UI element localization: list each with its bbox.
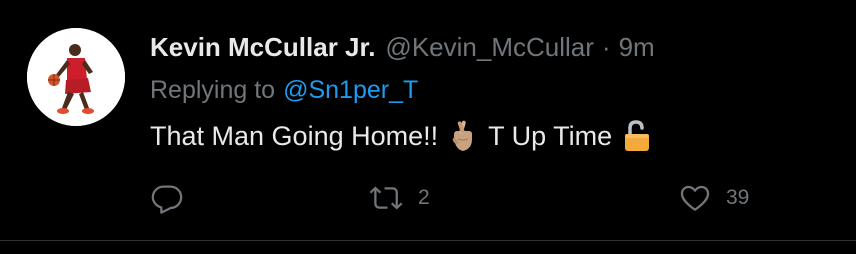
retweet-count: 2 <box>418 186 430 209</box>
avatar[interactable] <box>27 28 125 126</box>
retweet-button[interactable]: 2 <box>368 180 430 216</box>
tweet-card[interactable]: Kevin McCullar Jr. @Kevin_McCullar · 9m … <box>0 0 856 240</box>
tweet-text-part2: T Up Time <box>488 120 613 151</box>
tweet-text: That Man Going Home!! T Up Time <box>150 116 662 156</box>
replying-to-label: Replying to <box>150 75 276 104</box>
heart-icon <box>680 185 710 211</box>
tweet-text-part1: That Man Going Home!! <box>150 120 439 151</box>
retweet-icon <box>369 186 403 210</box>
like-button[interactable]: 39 <box>678 180 749 216</box>
tweet-actions: 2 39 <box>150 180 790 216</box>
tweet-timestamp[interactable]: 9m <box>619 32 655 63</box>
reply-mention-link[interactable]: @Sn1per_T <box>283 76 418 105</box>
replying-to-line: Replying to @Sn1per_T <box>150 72 418 108</box>
reply-icon <box>151 185 183 214</box>
unlocked-padlock-icon <box>622 119 652 153</box>
author-name[interactable]: Kevin McCullar Jr. <box>150 32 375 63</box>
tweet-divider <box>0 240 856 241</box>
separator-dot: · <box>601 31 611 62</box>
basketball-player-icon <box>27 28 125 126</box>
reply-button[interactable] <box>150 180 198 216</box>
author-handle[interactable]: @Kevin_McCullar <box>385 32 593 63</box>
like-count: 39 <box>726 186 750 209</box>
tweet-header: Kevin McCullar Jr. @Kevin_McCullar · 9m <box>150 28 655 66</box>
crossed-fingers-icon <box>448 119 478 153</box>
